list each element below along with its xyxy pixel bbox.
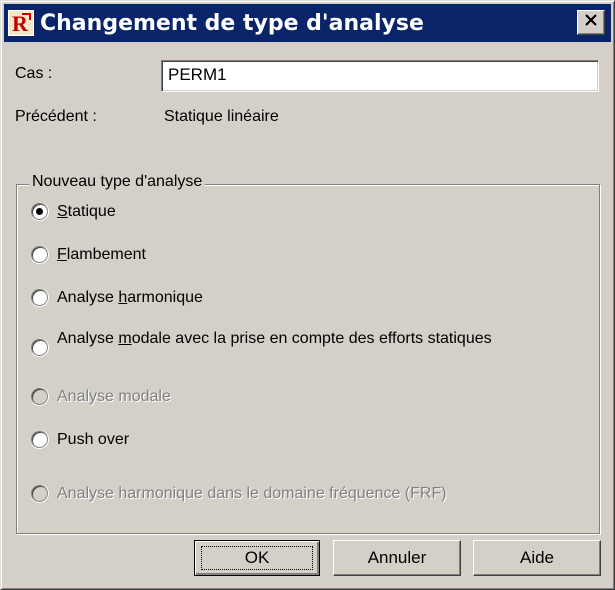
focus-rectangle (201, 546, 313, 570)
precedent-label: Précédent : (15, 108, 97, 125)
app-logo-icon: R (8, 10, 34, 36)
radio-statique[interactable]: Statique (30, 201, 116, 223)
ok-button[interactable]: OK (194, 540, 320, 576)
help-button[interactable]: Aide (473, 540, 601, 576)
window-title: Changement de type d'analyse (40, 10, 424, 36)
cancel-button[interactable]: Annuler (333, 540, 461, 576)
radio-label: Statique (57, 203, 116, 220)
radio-button-icon[interactable] (30, 288, 49, 307)
radio-label: Analyse modale (57, 388, 171, 405)
cas-label: Cas : (15, 65, 53, 82)
radio-analyse-modale: Analyse modale (30, 386, 171, 408)
cancel-button-label: Annuler (367, 548, 427, 567)
radio-analyse-modale-efforts[interactable]: Analyse modale avec la prise en compte d… (30, 329, 537, 357)
radio-push-over[interactable]: Push over (30, 429, 130, 451)
radio-button-icon[interactable] (30, 245, 49, 264)
close-icon (584, 13, 598, 32)
radio-harmonique-frf: Analyse harmonique dans le domaine fréqu… (30, 483, 447, 505)
cas-input[interactable]: PERM1 (161, 60, 599, 92)
title-bar[interactable]: R Changement de type d'analyse (4, 4, 611, 42)
radio-button-disabled-icon (30, 484, 49, 503)
dialog-window: R Changement de type d'analyse Cas : PER… (0, 0, 615, 590)
radio-button-checked-icon[interactable] (30, 202, 49, 221)
radio-button-disabled-icon (30, 387, 49, 406)
close-button[interactable] (577, 10, 605, 35)
radio-label: Analyse modale avec la prise en compte d… (57, 330, 492, 347)
radio-button-icon[interactable] (30, 338, 49, 357)
help-button-label: Aide (519, 548, 555, 567)
radio-analyse-harmonique[interactable]: Analyse harmonique (30, 287, 203, 309)
radio-label: Flambement (57, 246, 146, 263)
radio-label: Analyse harmonique (57, 289, 203, 306)
radio-flambement[interactable]: Flambement (30, 244, 146, 266)
radio-label: Analyse harmonique dans le domaine fréqu… (57, 485, 447, 502)
analysis-type-group (16, 184, 600, 534)
group-title: Nouveau type d'analyse (29, 173, 206, 191)
precedent-value: Statique linéaire (164, 108, 279, 125)
radio-label: Push over (57, 431, 130, 448)
radio-button-icon[interactable] (30, 430, 49, 449)
